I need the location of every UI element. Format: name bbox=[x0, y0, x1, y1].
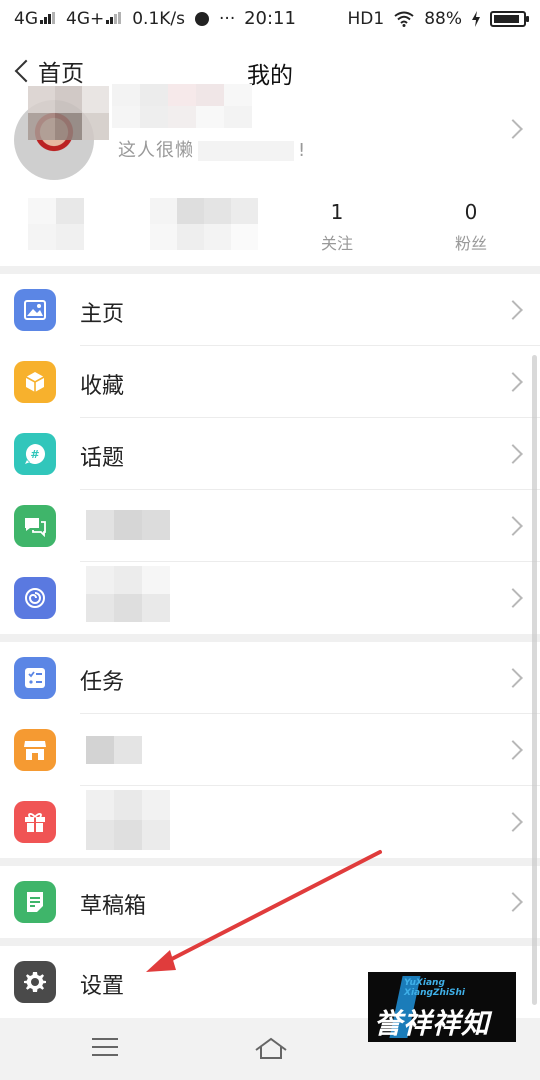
checklist-icon bbox=[14, 657, 56, 699]
section-divider bbox=[0, 938, 540, 946]
blurred-avatar-overlay bbox=[28, 86, 109, 140]
blurred-username bbox=[112, 84, 252, 128]
gift-icon bbox=[14, 801, 56, 843]
signal-icon bbox=[106, 12, 122, 24]
chevron-right-icon bbox=[503, 372, 523, 392]
chat-bubbles-icon bbox=[14, 505, 56, 547]
draft-icon bbox=[14, 881, 56, 923]
chevron-right-icon bbox=[503, 892, 523, 912]
bio-end: ! bbox=[298, 140, 307, 161]
app-notification-icon bbox=[195, 12, 210, 26]
battery-icon bbox=[490, 11, 529, 27]
menu-item-messages[interactable] bbox=[0, 490, 540, 562]
home-icon[interactable] bbox=[254, 1036, 288, 1060]
blurred-bio bbox=[198, 141, 294, 161]
svg-text:#: # bbox=[30, 448, 39, 461]
menu-item-homepage[interactable]: 主页 bbox=[0, 274, 540, 346]
menu-item-favorites[interactable]: 收藏 bbox=[0, 346, 540, 418]
section-divider bbox=[0, 266, 540, 274]
menu-icon[interactable] bbox=[92, 1036, 118, 1058]
stat-value: 0 bbox=[464, 200, 478, 224]
charging-icon bbox=[472, 11, 480, 27]
chevron-right-icon bbox=[503, 516, 523, 536]
chevron-right-icon bbox=[503, 740, 523, 760]
battery-percent: 88% bbox=[424, 9, 462, 29]
chevron-right-icon bbox=[503, 588, 523, 608]
profile-bio: 这人很懒! bbox=[118, 136, 306, 162]
watermark-logo: YuXiang XiangZhiShi 誉祥祥知识 bbox=[368, 972, 516, 1042]
chevron-right-icon bbox=[503, 668, 523, 688]
scrollbar[interactable] bbox=[532, 355, 537, 1005]
blurred-label bbox=[86, 566, 170, 622]
blurred-label bbox=[86, 510, 170, 540]
hd-indicator: HD1 bbox=[347, 9, 385, 29]
watermark-small-text: YuXiang XiangZhiShi bbox=[404, 978, 465, 998]
section-divider bbox=[0, 858, 540, 866]
menu-label: 任务 bbox=[80, 670, 125, 695]
network-indicator-1: 4G bbox=[14, 9, 56, 29]
stat-value: 1 bbox=[330, 200, 344, 224]
more-dots: ··· bbox=[219, 9, 236, 29]
menu-item-drafts[interactable]: 草稿箱 bbox=[0, 866, 540, 938]
swirl-icon bbox=[14, 577, 56, 619]
chevron-right-icon bbox=[503, 300, 523, 320]
hashtag-chat-icon: # bbox=[14, 433, 56, 475]
blurred-label bbox=[86, 790, 170, 850]
menu-label: 话题 bbox=[80, 446, 125, 471]
gear-icon bbox=[14, 961, 56, 1003]
menu-item-topics[interactable]: # 话题 bbox=[0, 418, 540, 490]
chevron-right-icon bbox=[503, 444, 523, 464]
chevron-right-icon bbox=[503, 812, 523, 832]
network-speed: 0.1K/s bbox=[132, 9, 186, 29]
page-title: 我的 bbox=[247, 63, 293, 89]
bio-text: 这人很懒 bbox=[118, 140, 194, 161]
watermark-big-text: 誉祥祥知识 bbox=[374, 1007, 491, 1040]
battery-level bbox=[494, 15, 519, 23]
network-indicator-2: 4G+ bbox=[66, 9, 122, 29]
menu-item-gift[interactable] bbox=[0, 786, 540, 858]
wifi-icon bbox=[394, 11, 414, 27]
status-bar: 4G 4G+ 0.1K/s ··· HD1 88% bbox=[0, 0, 540, 38]
chevron-right-icon bbox=[503, 119, 523, 139]
image-icon bbox=[14, 289, 56, 331]
menu-label: 收藏 bbox=[80, 374, 125, 399]
blurred-stat-2 bbox=[150, 198, 258, 250]
stat-label: 关注 bbox=[320, 234, 353, 253]
cube-icon bbox=[14, 361, 56, 403]
status-left: 4G 4G+ 0.1K/s ··· bbox=[14, 9, 235, 29]
stat-followers[interactable]: 0 粉丝 bbox=[431, 200, 511, 254]
blurred-stat-1 bbox=[28, 198, 84, 250]
menu-item-swirl[interactable] bbox=[0, 562, 540, 634]
menu-item-store[interactable] bbox=[0, 714, 540, 786]
stats-row: 1 关注 0 粉丝 bbox=[0, 190, 540, 260]
blurred-label bbox=[86, 736, 142, 764]
menu-label: 主页 bbox=[80, 302, 125, 327]
stat-following[interactable]: 1 关注 bbox=[297, 200, 377, 254]
menu-label: 草稿箱 bbox=[80, 894, 147, 919]
signal-icon bbox=[40, 12, 56, 24]
profile-header[interactable]: 这人很懒! bbox=[0, 84, 540, 180]
store-icon bbox=[14, 729, 56, 771]
menu-item-tasks[interactable]: 任务 bbox=[0, 642, 540, 714]
section-divider bbox=[0, 634, 540, 642]
status-right: HD1 88% bbox=[347, 9, 529, 29]
stat-label: 粉丝 bbox=[454, 234, 487, 253]
menu-label: 设置 bbox=[80, 974, 125, 999]
